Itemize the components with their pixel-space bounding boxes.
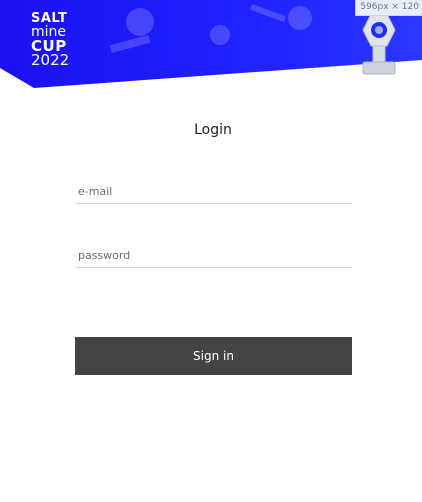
- sign-in-button[interactable]: Sign in: [75, 337, 352, 375]
- email-field[interactable]: [76, 180, 352, 204]
- brand-line-year: 2022: [31, 51, 70, 69]
- password-field[interactable]: [76, 244, 352, 268]
- page-title: Login: [194, 122, 232, 138]
- trophy-icon: [357, 13, 401, 80]
- brand-logo: SALT mine CUP 2022: [31, 12, 70, 69]
- dimension-badge: 596px × 120: [355, 0, 422, 16]
